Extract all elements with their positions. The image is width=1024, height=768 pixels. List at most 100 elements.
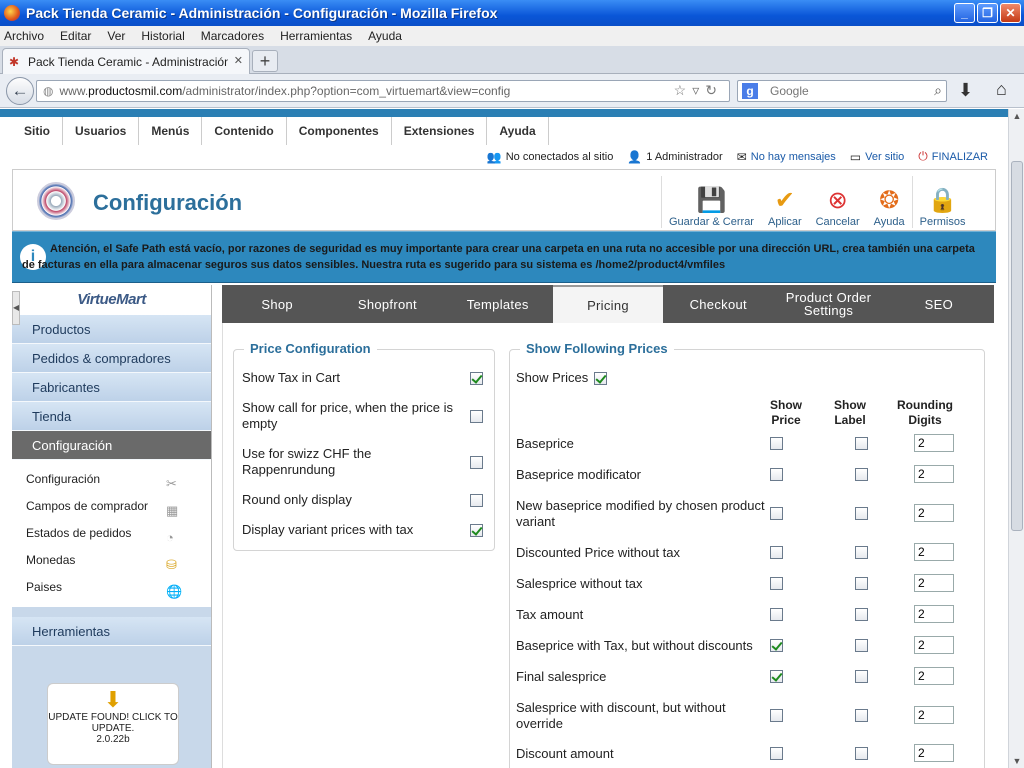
rounding-digits-input[interactable] — [914, 744, 954, 762]
tab-templates[interactable]: Templates — [443, 285, 553, 323]
update-notice[interactable]: ⬇ UPDATE FOUND! CLICK TO UPDATE. 2.0.22b — [47, 683, 179, 765]
menu-marcadores[interactable]: Marcadores — [201, 29, 264, 43]
show-label-checkbox[interactable] — [855, 437, 868, 450]
show-label-checkbox[interactable] — [855, 546, 868, 559]
search-input[interactable] — [770, 84, 920, 98]
admin-menu-menus[interactable]: Menús — [139, 117, 203, 145]
view-site-link[interactable]: Ver sitio — [865, 151, 904, 163]
sidebar-subitem-estados[interactable]: Estados de pedidos ◔ — [12, 520, 211, 547]
rounding-digits-input[interactable] — [914, 434, 954, 452]
rounding-digits-input[interactable] — [914, 605, 954, 623]
search-icon[interactable]: ⌕ — [934, 82, 942, 99]
admin-menu-contenido[interactable]: Contenido — [202, 117, 287, 145]
show-label-checkbox[interactable] — [855, 608, 868, 621]
new-tab-button[interactable]: + — [252, 50, 278, 72]
sidebar-subitem-paises[interactable]: Paises 🌐 — [12, 574, 211, 601]
permissions-button[interactable]: 🔒 Permisos — [911, 176, 973, 228]
tab-shop[interactable]: Shop — [222, 285, 332, 323]
sidebar-item-configuracion[interactable]: Configuración — [12, 431, 211, 460]
sidebar-subitem-campos[interactable]: Campos de comprador ▦ — [12, 493, 211, 520]
admin-menu-sitio[interactable]: Sitio — [12, 117, 63, 145]
show-price-checkbox[interactable] — [770, 670, 783, 683]
cancel-button[interactable]: ⊗ Cancelar — [809, 176, 867, 228]
menu-ayuda[interactable]: Ayuda — [368, 29, 402, 43]
minimize-button[interactable]: _ — [954, 3, 975, 23]
show-price-checkbox[interactable] — [770, 747, 783, 760]
admin-menu-usuarios[interactable]: Usuarios — [63, 117, 140, 145]
show-label-checkbox[interactable] — [855, 709, 868, 722]
back-button[interactable]: ← — [6, 77, 34, 105]
admin-menu-componentes[interactable]: Componentes — [287, 117, 392, 145]
browser-tab[interactable]: ✱ Pack Tienda Ceramic - Administración -… — [2, 48, 250, 74]
restore-button[interactable]: ❐ — [977, 3, 998, 23]
tab-seo[interactable]: SEO — [884, 285, 994, 323]
menu-archivo[interactable]: Archivo — [4, 29, 44, 43]
sidebar-item-pedidos[interactable]: Pedidos & compradores — [12, 344, 211, 373]
save-close-button[interactable]: 💾 Guardar & Cerrar — [662, 176, 761, 228]
price-config-checkbox[interactable] — [470, 372, 483, 385]
rounding-digits-input[interactable] — [914, 636, 954, 654]
rounding-digits-input[interactable] — [914, 543, 954, 561]
rounding-digits-input[interactable] — [914, 706, 954, 724]
url-bar[interactable]: ◍ www.productosmil.com/administrator/ind… — [36, 80, 730, 102]
menu-ver[interactable]: Ver — [107, 29, 125, 43]
rounding-digits-input[interactable] — [914, 667, 954, 685]
show-price-checkbox[interactable] — [770, 639, 783, 652]
collapse-sidebar-handle[interactable]: ◀ — [12, 291, 20, 325]
admin-menu-extensiones[interactable]: Extensiones — [392, 117, 488, 145]
menu-herramientas[interactable]: Herramientas — [280, 29, 352, 43]
price-config-checkbox[interactable] — [470, 410, 483, 423]
sidebar-subitem-configuracion[interactable]: Configuración ✂ — [12, 466, 211, 493]
help-button[interactable]: ❂ Ayuda — [867, 176, 912, 228]
download-icon[interactable]: ⬇ — [958, 80, 973, 101]
sidebar-item-productos[interactable]: Productos — [12, 315, 211, 344]
reload-icon[interactable]: ↻ — [705, 82, 723, 98]
show-price-checkbox[interactable] — [770, 507, 783, 520]
show-label-checkbox[interactable] — [855, 577, 868, 590]
admin-menu-ayuda[interactable]: Ayuda — [487, 117, 549, 145]
close-window-button[interactable]: ✕ — [1000, 3, 1021, 23]
rounding-digits-input[interactable] — [914, 574, 954, 592]
tab-shopfront[interactable]: Shopfront — [332, 285, 442, 323]
page-scrollbar[interactable]: ▲ ▼ — [1008, 109, 1024, 768]
url-dropdown-icon[interactable]: ▿ — [692, 82, 705, 98]
bookmark-star-icon[interactable]: ☆ — [674, 82, 693, 98]
messages-link[interactable]: No hay mensajes — [751, 151, 836, 163]
rounding-digits-input[interactable] — [914, 465, 954, 483]
rounding-digits-input[interactable] — [914, 504, 954, 522]
tab-pricing[interactable]: Pricing — [552, 285, 664, 323]
price-config-checkbox[interactable] — [470, 524, 483, 537]
price-config-checkbox[interactable] — [470, 456, 483, 469]
sidebar-item-tienda[interactable]: Tienda — [12, 402, 211, 431]
show-prices-checkbox[interactable] — [594, 372, 607, 385]
show-price-checkbox[interactable] — [770, 577, 783, 590]
tab-product-order-settings[interactable]: Product Order Settings — [773, 285, 883, 323]
show-label-checkbox[interactable] — [855, 507, 868, 520]
scrollbar-thumb[interactable] — [1011, 161, 1023, 531]
show-price-checkbox[interactable] — [770, 546, 783, 559]
show-price-checkbox[interactable] — [770, 608, 783, 621]
home-icon[interactable]: ⌂ — [996, 79, 1007, 100]
menu-editar[interactable]: Editar — [60, 29, 91, 43]
menu-historial[interactable]: Historial — [141, 29, 184, 43]
scroll-up-icon[interactable]: ▲ — [1011, 111, 1023, 121]
show-label-checkbox[interactable] — [855, 747, 868, 760]
show-price-checkbox[interactable] — [770, 468, 783, 481]
price-row-label: New baseprice modified by chosen product… — [516, 498, 765, 529]
logout-link[interactable]: FINALIZAR — [932, 151, 988, 163]
tab-close-icon[interactable]: ✕ — [234, 54, 243, 67]
browser-tab-title: Pack Tienda Ceramic - Administración - C… — [28, 54, 228, 69]
show-price-checkbox[interactable] — [770, 437, 783, 450]
tab-checkout[interactable]: Checkout — [663, 285, 773, 323]
show-label-checkbox[interactable] — [855, 468, 868, 481]
scroll-down-icon[interactable]: ▼ — [1011, 756, 1023, 766]
show-label-checkbox[interactable] — [855, 670, 868, 683]
show-label-checkbox[interactable] — [855, 639, 868, 652]
sidebar-item-herramientas[interactable]: Herramientas — [12, 617, 211, 646]
price-config-checkbox[interactable] — [470, 494, 483, 507]
google-icon[interactable]: g — [742, 83, 758, 99]
apply-button[interactable]: ✔ Aplicar — [761, 176, 809, 228]
show-price-checkbox[interactable] — [770, 709, 783, 722]
sidebar-subitem-monedas[interactable]: Monedas ⛁ — [12, 547, 211, 574]
sidebar-item-fabricantes[interactable]: Fabricantes — [12, 373, 211, 402]
